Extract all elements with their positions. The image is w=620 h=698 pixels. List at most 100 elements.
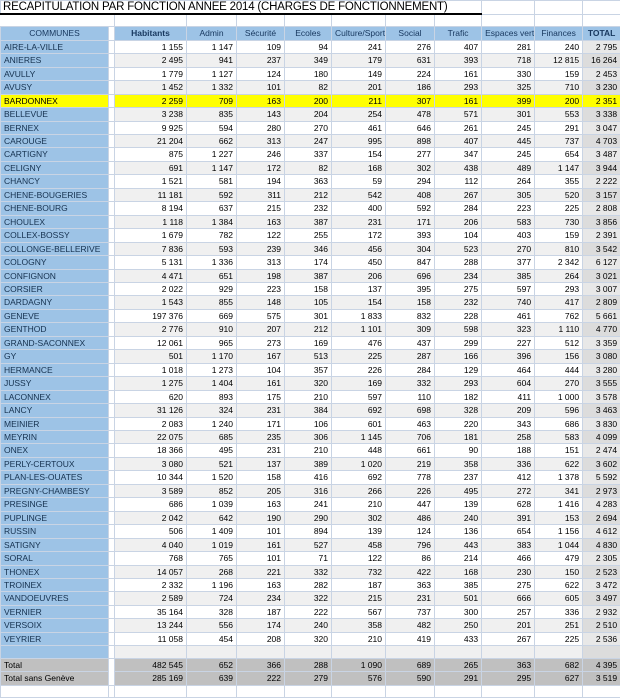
- cell-trafic[interactable]: 261: [435, 121, 482, 134]
- cell-securite[interactable]: 124: [237, 67, 285, 80]
- cell-total[interactable]: 3 463: [583, 404, 620, 417]
- cell-total[interactable]: 4 830: [583, 538, 620, 551]
- cell-social[interactable]: 226: [386, 484, 435, 497]
- cell-total[interactable]: 16 264: [583, 54, 620, 67]
- cell-social[interactable]: 437: [386, 336, 435, 349]
- table-row[interactable]: GRAND-SACONNEX12 06196527316947643729922…: [1, 336, 620, 349]
- cell-ecoles[interactable]: 241: [285, 498, 332, 511]
- cell-finances[interactable]: 1 378: [535, 471, 583, 484]
- cell-finances[interactable]: 341: [535, 484, 583, 497]
- cell-securite[interactable]: 207: [237, 323, 285, 336]
- cell-social[interactable]: 447: [386, 498, 435, 511]
- cell-trafic[interactable]: 495: [435, 484, 482, 497]
- table-row[interactable]: RUSSIN5061 4091018941391241366541 1564 6…: [1, 525, 620, 538]
- table-row[interactable]: THONEX14 0572682213327324221682301502 52…: [1, 565, 620, 578]
- cell-social[interactable]: 696: [386, 269, 435, 282]
- cell-admin[interactable]: 1 409: [187, 525, 237, 538]
- cell-trafic[interactable]: 284: [435, 202, 482, 215]
- cell-social[interactable]: 171: [386, 215, 435, 228]
- cell-ecoles[interactable]: 247: [285, 135, 332, 148]
- cell-securite[interactable]: 205: [237, 484, 285, 497]
- cell-trafic[interactable]: 571: [435, 108, 482, 121]
- table-row[interactable]: SORAL76876510171122862144664792 305: [1, 552, 620, 565]
- cell-habitants[interactable]: 8 194: [115, 202, 187, 215]
- cell-espaces-verts[interactable]: 281: [482, 40, 535, 53]
- cell-espaces-verts[interactable]: 445: [482, 135, 535, 148]
- cell-habitants[interactable]: 501: [115, 350, 187, 363]
- cell-culture-sports[interactable]: 692: [332, 471, 386, 484]
- cell-habitants[interactable]: 2 776: [115, 323, 187, 336]
- cell-social[interactable]: 186: [386, 81, 435, 94]
- cell-social[interactable]: 302: [386, 161, 435, 174]
- cell-trafic[interactable]: 104: [435, 229, 482, 242]
- cell-securite[interactable]: 161: [237, 538, 285, 551]
- cell-culture-sports[interactable]: 732: [332, 565, 386, 578]
- cell-ecoles[interactable]: 210: [285, 390, 332, 403]
- cell-social[interactable]: 231: [386, 592, 435, 605]
- cell-social[interactable]: 284: [386, 363, 435, 376]
- cell-social[interactable]: 898: [386, 135, 435, 148]
- cell-ecoles[interactable]: 387: [285, 269, 332, 282]
- cell-admin[interactable]: 1 147: [187, 161, 237, 174]
- cell-commune[interactable]: BELLEVUE: [1, 108, 109, 121]
- column-header-total[interactable]: TOTAL: [583, 27, 620, 40]
- cell-securite[interactable]: 313: [237, 256, 285, 269]
- table-row[interactable]: COLLONGE-BELLERIVE7 83659323934645630452…: [1, 242, 620, 255]
- cell-admin[interactable]: 855: [187, 296, 237, 309]
- cell-trafic[interactable]: 139: [435, 498, 482, 511]
- cell-securite[interactable]: 163: [237, 94, 285, 107]
- cell-habitants[interactable]: 1 779: [115, 67, 187, 80]
- cell-total[interactable]: 4 770: [583, 323, 620, 336]
- cell-habitants[interactable]: 4 471: [115, 269, 187, 282]
- cell-total[interactable]: 3 542: [583, 242, 620, 255]
- cell-commune[interactable]: GY: [1, 350, 109, 363]
- cell-total-securite[interactable]: 366: [237, 658, 285, 671]
- cell-habitants[interactable]: 22 075: [115, 430, 187, 443]
- cell-finances[interactable]: 159: [535, 67, 583, 80]
- cell-social[interactable]: 304: [386, 242, 435, 255]
- cell-admin[interactable]: 669: [187, 309, 237, 322]
- cell-total[interactable]: 2 973: [583, 484, 620, 497]
- cell-total[interactable]: 5 592: [583, 471, 620, 484]
- cell-social[interactable]: 287: [386, 350, 435, 363]
- cell-securite[interactable]: 313: [237, 135, 285, 148]
- cell-habitants[interactable]: 13 244: [115, 619, 187, 632]
- cell-habitants[interactable]: 1 118: [115, 215, 187, 228]
- cell-total[interactable]: 3 230: [583, 81, 620, 94]
- cell-trafic[interactable]: 267: [435, 188, 482, 201]
- cell-trafic[interactable]: 168: [435, 565, 482, 578]
- cell-social[interactable]: 486: [386, 511, 435, 524]
- cell-habitants[interactable]: 768: [115, 552, 187, 565]
- cell-social[interactable]: 737: [386, 605, 435, 618]
- cell-commune[interactable]: PREGNY-CHAMBESY: [1, 484, 109, 497]
- cell-espaces-verts[interactable]: 305: [482, 188, 535, 201]
- cell-espaces-verts[interactable]: 391: [482, 511, 535, 524]
- cell-culture-sports[interactable]: 266: [332, 484, 386, 497]
- table-row[interactable]: BERNEX9 9255942802704616462612452913 047: [1, 121, 620, 134]
- cell-ecoles[interactable]: 316: [285, 484, 332, 497]
- cell-securite[interactable]: 239: [237, 242, 285, 255]
- cell-social[interactable]: 661: [386, 444, 435, 457]
- cell-finances[interactable]: 762: [535, 309, 583, 322]
- cell-habitants[interactable]: 7 836: [115, 242, 187, 255]
- cell-admin[interactable]: 328: [187, 605, 237, 618]
- cell-trafic[interactable]: 161: [435, 67, 482, 80]
- cell-social[interactable]: 592: [386, 202, 435, 215]
- cell-admin[interactable]: 556: [187, 619, 237, 632]
- cell-total[interactable]: 3 856: [583, 215, 620, 228]
- table-row[interactable]: GY5011 1701675132252871663961563 080: [1, 350, 620, 363]
- cell-securite[interactable]: 231: [237, 404, 285, 417]
- cell-securite[interactable]: 273: [237, 336, 285, 349]
- cell-total[interactable]: 2 808: [583, 202, 620, 215]
- cell-habitants[interactable]: 2 495: [115, 54, 187, 67]
- cell-securite[interactable]: 575: [237, 309, 285, 322]
- cell-habitants[interactable]: 18 366: [115, 444, 187, 457]
- cell-commune[interactable]: PRESINGE: [1, 498, 109, 511]
- cell-total[interactable]: 2 474: [583, 444, 620, 457]
- cell-habitants[interactable]: 1 679: [115, 229, 187, 242]
- cell-admin[interactable]: 495: [187, 444, 237, 457]
- cell-admin[interactable]: 1 147: [187, 40, 237, 53]
- cell-admin[interactable]: 594: [187, 121, 237, 134]
- cell-admin[interactable]: 324: [187, 404, 237, 417]
- table-row[interactable]: CHENE-BOURG8 194637215232400592284223225…: [1, 202, 620, 215]
